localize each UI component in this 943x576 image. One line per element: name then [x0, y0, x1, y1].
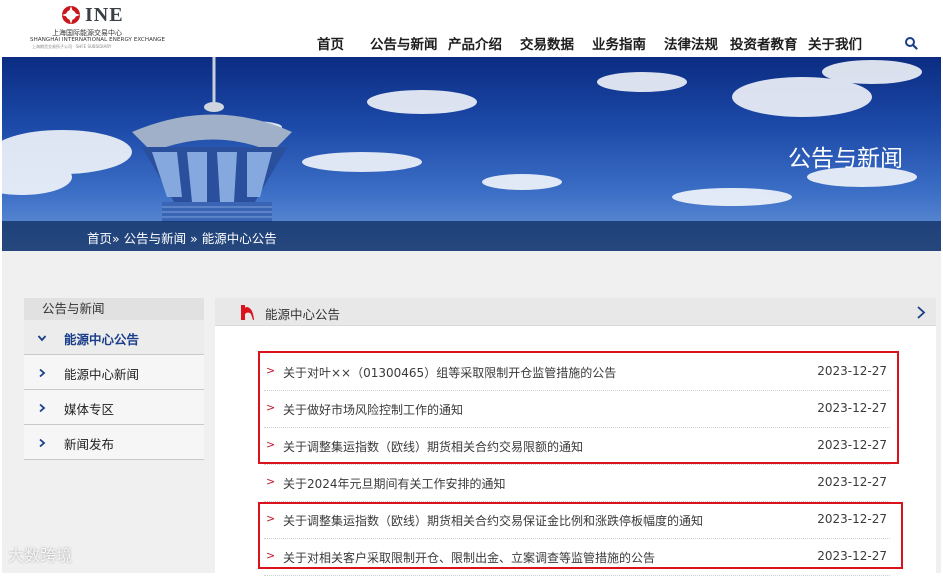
- logo-subtitle: 上海期货交易所子公司 · SHFE SUBSIDIARY: [32, 44, 112, 49]
- nav-about[interactable]: 关于我们: [808, 33, 862, 53]
- bullet-icon: >: [266, 475, 276, 488]
- chevron-down-icon: [37, 335, 47, 342]
- sidebar-item-announcements[interactable]: 能源中心公告: [24, 320, 204, 355]
- news-title[interactable]: 关于2024年元旦期间有关工作安排的通知: [283, 475, 506, 492]
- banner-title: 公告与新闻: [788, 146, 903, 172]
- breadcrumb-news[interactable]: 公告与新闻: [124, 231, 187, 246]
- banner: 公告与新闻 首页» 公告与新闻 » 能源中心公告: [2, 57, 941, 251]
- site-header: INE 上海国际能源交易中心 SHANGHAI INTERNATIONAL EN…: [0, 0, 943, 57]
- logo-text: INE: [85, 4, 124, 26]
- chevron-right-icon: [39, 403, 46, 413]
- search-icon[interactable]: [904, 36, 918, 50]
- arrow-right-icon[interactable]: [916, 306, 926, 319]
- chevron-right-icon: [39, 368, 46, 378]
- nav-laws[interactable]: 法律法规: [664, 33, 718, 53]
- breadcrumb-home[interactable]: 首页»: [87, 231, 120, 246]
- sidebar: 公告与新闻 能源中心公告 能源中心新闻 媒体专区 新闻发布: [24, 298, 204, 460]
- panel-title: 能源中心公告: [265, 307, 341, 322]
- nav-trading-data[interactable]: 交易数据: [520, 33, 574, 53]
- highlight-box-top: [258, 351, 899, 464]
- breadcrumb-bar: 首页» 公告与新闻 » 能源中心公告: [2, 221, 941, 251]
- highlight-box-bottom: [258, 502, 903, 569]
- sidebar-item-label: 媒体专区: [64, 402, 115, 417]
- news-date: 2023-12-27: [817, 475, 887, 489]
- flag-icon: [241, 305, 254, 320]
- nav-business-guide[interactable]: 业务指南: [592, 33, 646, 53]
- logo-emblem-icon: [62, 6, 80, 24]
- sidebar-item-label: 新闻发布: [64, 437, 115, 452]
- sidebar-item-press-release[interactable]: 新闻发布: [24, 425, 204, 460]
- sidebar-heading: 公告与新闻: [24, 298, 204, 320]
- chevron-right-icon: [39, 438, 46, 448]
- breadcrumb-separator: »: [190, 231, 198, 246]
- sidebar-item-media[interactable]: 媒体专区: [24, 390, 204, 425]
- nav-products[interactable]: 产品介绍: [448, 33, 502, 53]
- logo-en-name: SHANGHAI INTERNATIONAL ENERGY EXCHANGE: [30, 37, 166, 43]
- nav-news[interactable]: 公告与新闻: [370, 33, 438, 53]
- sidebar-item-label: 能源中心公告: [64, 332, 140, 347]
- news-item[interactable]: > 关于2024年元旦期间有关工作安排的通知 2023-12-27: [264, 465, 890, 502]
- breadcrumb-current: 能源中心公告: [201, 231, 277, 246]
- sidebar-item-center-news[interactable]: 能源中心新闻: [24, 355, 204, 390]
- nav-home[interactable]: 首页: [317, 33, 344, 53]
- breadcrumb: 首页» 公告与新闻 » 能源中心公告: [87, 228, 277, 247]
- sidebar-item-label: 能源中心新闻: [64, 367, 140, 382]
- nav-investor-education[interactable]: 投资者教育: [730, 33, 798, 53]
- ine-logo[interactable]: INE 上海国际能源交易中心 SHANGHAI INTERNATIONAL EN…: [30, 4, 165, 50]
- watermark: 大数跨境: [8, 546, 73, 565]
- panel-header: 能源中心公告: [215, 298, 936, 326]
